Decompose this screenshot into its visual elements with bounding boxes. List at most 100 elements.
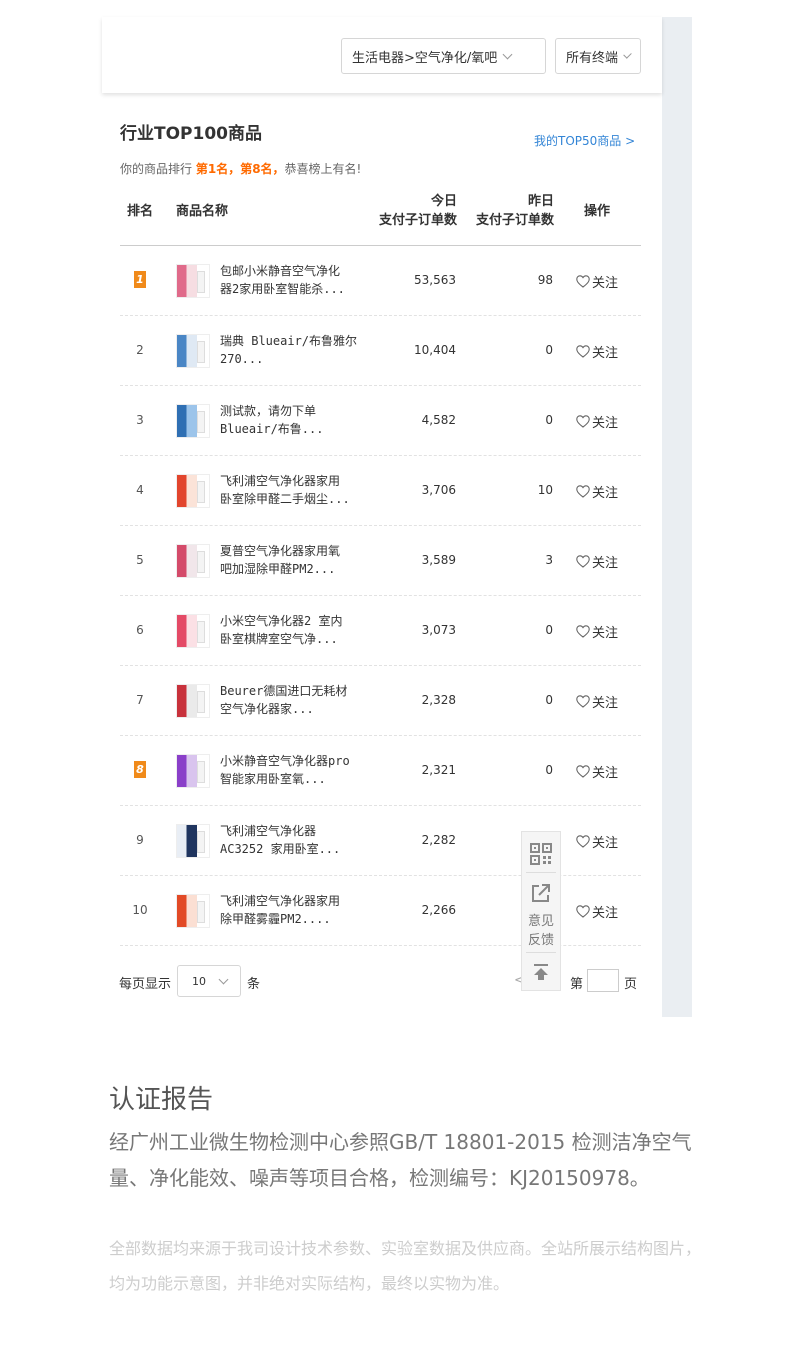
header-yesterday-line2: 支付子订单数 <box>475 213 554 228</box>
product-image <box>197 831 205 853</box>
table-row: 4 飞利浦空气净化器家用 卧室除甲醛二手烟尘... 3,706 10 关注 <box>120 456 641 526</box>
today-orders: 2,321 <box>421 763 456 777</box>
product-name-link[interactable]: Beurer德国进口无耗材 空气净化器家... <box>220 682 370 718</box>
back-to-top-button[interactable] <box>522 956 560 988</box>
follow-button[interactable]: 关注 <box>576 342 618 361</box>
product-name-link[interactable]: 测试款，请勿下单 Blueair/布鲁... <box>220 402 370 438</box>
follow-button[interactable]: 关注 <box>576 622 618 641</box>
heart-icon <box>576 765 590 778</box>
toolbar-divider <box>526 872 556 873</box>
product-name-line: 小米空气净化器2 室内 <box>220 614 343 628</box>
product-name-link[interactable]: 瑞典 Blueair/布鲁雅尔 270... <box>220 332 370 368</box>
today-orders: 3,706 <box>421 483 456 497</box>
follow-button[interactable]: 关注 <box>576 762 618 781</box>
product-name-line: 卧室棋牌室空气净... <box>220 632 338 646</box>
follow-button[interactable]: 关注 <box>576 482 618 501</box>
panel-title: 行业TOP100商品 <box>120 124 262 144</box>
product-name-line: 包邮小米静音空气净化 <box>220 264 341 278</box>
per-page-label: 每页显示 <box>119 977 172 992</box>
scroll-gutter <box>662 17 692 1017</box>
product-thumbnail[interactable] <box>176 614 210 648</box>
product-image <box>197 551 205 573</box>
follow-label: 关注 <box>592 836 619 851</box>
heart-icon <box>576 835 590 848</box>
follow-button[interactable]: 关注 <box>576 832 618 851</box>
my-top50-link[interactable]: 我的TOP50商品 > <box>534 132 635 149</box>
product-thumbnail[interactable] <box>176 404 210 438</box>
product-thumbnail[interactable] <box>176 894 210 928</box>
rank-number: 5 <box>136 553 144 567</box>
product-name-line: 小米静音空气净化器pro <box>220 754 350 768</box>
product-thumbnail[interactable] <box>176 544 210 578</box>
product-name-link[interactable]: 包邮小米静音空气净化 器2家用卧室智能杀... <box>220 262 370 298</box>
rank-number: 9 <box>136 833 144 847</box>
table-row: 5 夏普空气净化器家用氧 吧加湿除甲醛PM2... 3,589 3 关注 <box>120 526 641 596</box>
product-thumbnail[interactable] <box>176 264 210 298</box>
today-orders: 4,582 <box>421 413 456 427</box>
product-thumbnail[interactable] <box>176 474 210 508</box>
follow-button[interactable]: 关注 <box>576 552 618 571</box>
rank-note-suffix: 恭喜榜上有名! <box>284 162 362 176</box>
chevron-down-icon <box>623 49 632 59</box>
header-action: 操作 <box>584 204 611 219</box>
product-thumbnail[interactable] <box>176 824 210 858</box>
follow-label: 关注 <box>592 696 619 711</box>
product-name-line: Beurer德国进口无耗材 <box>220 684 348 698</box>
product-name-line: 空气净化器家... <box>220 702 314 716</box>
rank-note: 你的商品排行 第1名，第8名，恭喜榜上有名! <box>120 160 361 177</box>
heart-icon <box>576 905 590 918</box>
follow-button[interactable]: 关注 <box>576 412 618 431</box>
product-thumbnail[interactable] <box>176 334 210 368</box>
yesterday-orders: 0 <box>545 763 553 777</box>
yesterday-orders: 0 <box>545 413 553 427</box>
rank-number: 7 <box>136 693 144 707</box>
product-image <box>197 411 205 433</box>
category-select[interactable]: 生活电器>空气净化/氧吧 <box>341 38 546 74</box>
header-yesterday: 昨日 支付子订单数 <box>476 192 554 230</box>
rank-number: 10 <box>132 903 148 917</box>
product-name-line: 瑞典 Blueair/布鲁雅尔 <box>220 334 358 348</box>
product-name-link[interactable]: 夏普空气净化器家用氧 吧加湿除甲醛PM2... <box>220 542 370 578</box>
product-name-link[interactable]: 飞利浦空气净化器 AC3252 家用卧室... <box>220 822 370 858</box>
product-name-line: 吧加湿除甲醛PM2... <box>220 562 336 576</box>
disclaimer-note: 全部数据均来源于我司设计技术参数、实验室数据及供应商。全站所展示结构图片，均为功… <box>109 1239 702 1293</box>
follow-button[interactable]: 关注 <box>576 692 618 711</box>
share-button[interactable] <box>522 876 560 910</box>
heart-icon <box>576 485 590 498</box>
product-image <box>197 271 205 293</box>
heart-icon <box>576 275 590 288</box>
feedback-button[interactable]: 意见 反馈 <box>522 912 560 950</box>
table-row: 10 飞利浦空气净化器家用 除甲醛雾霾PM2.... 2,266 关注 <box>120 876 641 946</box>
product-name-line: 夏普空气净化器家用氧 <box>220 544 341 558</box>
filter-bar: 生活电器>空气净化/氧吧 所有终端 <box>102 17 662 93</box>
follow-label: 关注 <box>592 416 619 431</box>
follow-button[interactable]: 关注 <box>576 902 618 921</box>
table-row: 7 Beurer德国进口无耗材 空气净化器家... 2,328 0 关注 <box>120 666 641 736</box>
page-number-input[interactable] <box>587 969 619 992</box>
qr-code-icon <box>530 843 552 865</box>
follow-button[interactable]: 关注 <box>576 272 618 291</box>
terminal-select-value: 所有终端 <box>566 50 619 66</box>
yesterday-orders: 0 <box>545 623 553 637</box>
follow-label: 关注 <box>592 346 619 361</box>
today-orders: 2,266 <box>421 903 456 917</box>
product-name-link[interactable]: 飞利浦空气净化器家用 除甲醛雾霾PM2.... <box>220 892 370 928</box>
product-thumbnail[interactable] <box>176 684 210 718</box>
product-name-link[interactable]: 小米空气净化器2 室内 卧室棋牌室空气净... <box>220 612 370 648</box>
header-today-line2: 支付子订单数 <box>378 213 457 228</box>
terminal-select[interactable]: 所有终端 <box>555 38 641 74</box>
product-image <box>197 761 205 783</box>
table-row: 9 飞利浦空气净化器 AC3252 家用卧室... 2,282 关注 <box>120 806 641 876</box>
product-name-line: 测试款，请勿下单 <box>220 404 317 418</box>
product-name-line: 除甲醛雾霾PM2.... <box>220 912 331 926</box>
product-name-link[interactable]: 飞利浦空气净化器家用 卧室除甲醛二手烟尘... <box>220 472 370 508</box>
rank-note-prefix: 你的商品排行 <box>120 162 193 176</box>
product-name-link[interactable]: 小米静音空气净化器pro 智能家用卧室氧... <box>220 752 370 788</box>
table-row: 2 瑞典 Blueair/布鲁雅尔 270... 10,404 0 关注 <box>120 316 641 386</box>
per-page-select[interactable]: 10 <box>177 965 241 997</box>
product-image <box>197 481 205 503</box>
table-row: 6 小米空气净化器2 室内 卧室棋牌室空气净... 3,073 0 关注 <box>120 596 641 666</box>
certification-body: 经广州工业微生物检测中心参照GB/T 18801-2015 检测洁净空气量、净化… <box>109 1130 692 1190</box>
qr-code-button[interactable] <box>522 836 560 872</box>
product-thumbnail[interactable] <box>176 754 210 788</box>
